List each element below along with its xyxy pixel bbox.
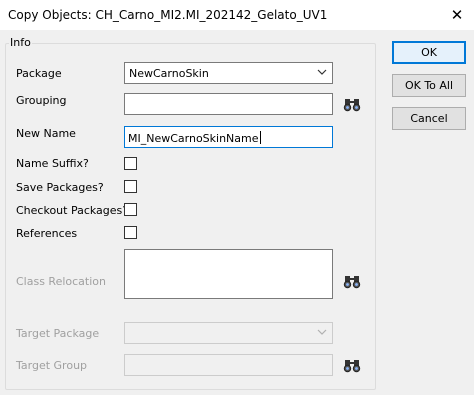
references-checkbox[interactable] xyxy=(124,226,137,239)
target-package-dropdown[interactable] xyxy=(124,322,333,344)
checkout-packages-checkbox[interactable] xyxy=(124,203,137,216)
title-bar: Copy Objects: CH_Carno_MI2.MI_202142_Gel… xyxy=(0,0,474,30)
references-label: References xyxy=(16,227,78,240)
grouping-input[interactable] xyxy=(124,93,333,115)
info-group-title: Info xyxy=(9,36,32,49)
target-group-find-button[interactable] xyxy=(340,353,364,377)
binoculars-icon xyxy=(343,99,361,112)
target-group-input[interactable] xyxy=(124,354,333,376)
save-packages-checkbox[interactable] xyxy=(124,180,137,193)
ok-button[interactable]: OK xyxy=(392,41,466,64)
text-caret xyxy=(259,131,261,144)
close-icon[interactable]: ✕ xyxy=(440,0,474,30)
binoculars-icon xyxy=(343,360,361,373)
new-name-label: New Name xyxy=(16,127,76,140)
class-relocation-label: Class Relocation xyxy=(16,275,106,288)
save-packages-label: Save Packages? xyxy=(16,181,104,194)
new-name-value: MI_NewCarnoSkinName xyxy=(128,132,259,145)
package-dropdown[interactable]: NewCarnoSkin xyxy=(124,62,333,84)
package-label: Package xyxy=(16,67,62,80)
target-package-label: Target Package xyxy=(16,327,100,340)
checkout-packages-label: Checkout Packages? xyxy=(16,204,129,217)
ok-to-all-button[interactable]: OK To All xyxy=(392,74,466,97)
cancel-button[interactable]: Cancel xyxy=(392,107,466,130)
name-suffix-checkbox[interactable] xyxy=(124,157,137,170)
new-name-input[interactable]: MI_NewCarnoSkinName xyxy=(124,126,333,148)
package-value: NewCarnoSkin xyxy=(129,67,209,80)
grouping-find-button[interactable] xyxy=(340,92,364,116)
grouping-label: Grouping xyxy=(16,94,67,107)
chevron-down-icon xyxy=(317,69,327,75)
binoculars-icon xyxy=(343,276,361,289)
window-title: Copy Objects: CH_Carno_MI2.MI_202142_Gel… xyxy=(8,8,328,22)
class-relocation-textarea[interactable] xyxy=(124,249,333,299)
name-suffix-label: Name Suffix? xyxy=(16,157,89,170)
class-relocation-find-button[interactable] xyxy=(340,269,364,293)
chevron-down-icon xyxy=(317,329,327,335)
target-group-label: Target Group xyxy=(16,359,88,372)
